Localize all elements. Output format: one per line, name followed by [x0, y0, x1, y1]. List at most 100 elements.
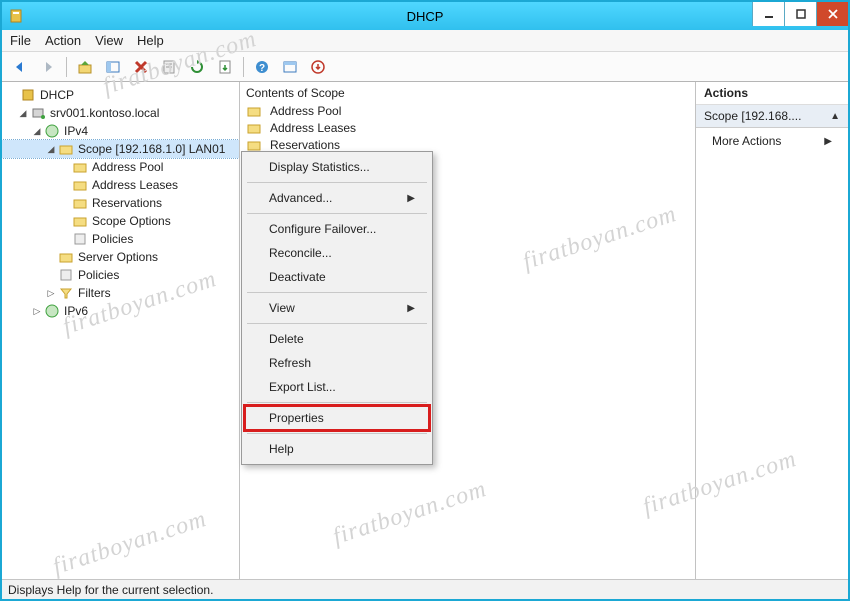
- address-pool-icon: [72, 159, 88, 175]
- tree-reservations[interactable]: Reservations: [2, 194, 239, 212]
- close-button[interactable]: [816, 2, 848, 26]
- back-button[interactable]: [8, 55, 32, 79]
- properties-button[interactable]: [157, 55, 181, 79]
- window-controls: [752, 2, 848, 26]
- ctx-refresh[interactable]: Refresh: [245, 351, 429, 375]
- actions-more-actions[interactable]: More Actions ▶: [696, 128, 848, 154]
- forward-button[interactable]: [36, 55, 60, 79]
- contents-item-label: Address Leases: [270, 121, 356, 135]
- toolbar: ?: [2, 52, 848, 82]
- tree-scope-label: Scope [192.168.1.0] LAN01: [78, 142, 225, 156]
- contents-item-address-leases[interactable]: Address Leases: [246, 119, 689, 136]
- tree-ipv4-label: IPv4: [64, 124, 88, 138]
- menu-view[interactable]: View: [95, 33, 123, 48]
- ctx-advanced[interactable]: Advanced...▶: [245, 186, 429, 210]
- tree-scope-policies[interactable]: Policies: [2, 230, 239, 248]
- folder-icon: [246, 120, 262, 136]
- maximize-button[interactable]: [784, 2, 816, 26]
- filters-icon: [58, 285, 74, 301]
- ctx-reconcile[interactable]: Reconcile...: [245, 241, 429, 265]
- tree-reservations-label: Reservations: [92, 196, 162, 210]
- actions-header: Actions: [696, 82, 848, 105]
- ctx-configure-failover[interactable]: Configure Failover...: [245, 217, 429, 241]
- tree-root-label: DHCP: [40, 88, 74, 102]
- menubar: File Action View Help: [2, 30, 848, 52]
- tree-address-pool-label: Address Pool: [92, 160, 163, 174]
- ctx-delete[interactable]: Delete: [245, 327, 429, 351]
- collapse-icon: ▲: [830, 111, 840, 122]
- tree-scope-options-label: Scope Options: [92, 214, 171, 228]
- tree-scope-options[interactable]: Scope Options: [2, 212, 239, 230]
- tree-ipv4-policies-label: Policies: [78, 268, 119, 282]
- server-options-icon: [58, 249, 74, 265]
- menu-help[interactable]: Help: [137, 33, 164, 48]
- context-menu: Display Statistics... Advanced...▶ Confi…: [241, 151, 433, 465]
- folder-icon: [246, 103, 262, 119]
- minimize-button[interactable]: [752, 2, 784, 26]
- ctx-properties[interactable]: Properties: [245, 406, 429, 430]
- contents-item-label: Reservations: [270, 138, 340, 152]
- help-button[interactable]: ?: [250, 55, 274, 79]
- server-icon: [30, 105, 46, 121]
- action-button[interactable]: [306, 55, 330, 79]
- menu-file[interactable]: File: [10, 33, 31, 48]
- actions-scope-header[interactable]: Scope [192.168.... ▲: [696, 105, 848, 128]
- tree-root[interactable]: DHCP: [2, 86, 239, 104]
- submenu-icon: ▶: [407, 303, 415, 314]
- window-title: DHCP: [407, 9, 444, 24]
- contents-item-address-pool[interactable]: Address Pool: [246, 102, 689, 119]
- tree-scope[interactable]: ◢ Scope [192.168.1.0] LAN01: [2, 140, 239, 158]
- tree-ipv4[interactable]: ◢ IPv4: [2, 122, 239, 140]
- scope-folder-icon: [58, 141, 74, 157]
- actions-pane: Actions Scope [192.168.... ▲ More Action…: [696, 82, 848, 579]
- export-list-button[interactable]: [213, 55, 237, 79]
- app-icon: [8, 8, 24, 24]
- tree-filters-label: Filters: [78, 286, 111, 300]
- statusbar-text: Displays Help for the current selection.: [8, 583, 213, 597]
- tree-pane[interactable]: DHCP ◢ srv001.kontoso.local ◢ IPv4 ◢ Sco…: [2, 82, 240, 579]
- expander-icon[interactable]: ◢: [44, 144, 58, 155]
- submenu-icon: ▶: [824, 136, 832, 147]
- dhcp-icon: [20, 87, 36, 103]
- up-button[interactable]: [73, 55, 97, 79]
- tree-ipv4-policies[interactable]: Policies: [2, 266, 239, 284]
- ctx-deactivate[interactable]: Deactivate: [245, 265, 429, 289]
- actions-scope-label: Scope [192.168....: [704, 109, 801, 123]
- tree-address-leases-label: Address Leases: [92, 178, 178, 192]
- ctx-display-statistics[interactable]: Display Statistics...: [245, 155, 429, 179]
- ctx-export-list[interactable]: Export List...: [245, 375, 429, 399]
- tree-server-label: srv001.kontoso.local: [50, 106, 159, 120]
- delete-button[interactable]: [129, 55, 153, 79]
- tree-server-options-label: Server Options: [78, 250, 158, 264]
- actions-more-label: More Actions: [712, 134, 781, 148]
- expander-icon[interactable]: ◢: [30, 126, 44, 137]
- titlebar: DHCP: [2, 2, 848, 30]
- address-leases-icon: [72, 177, 88, 193]
- show-hide-console-tree-button[interactable]: [101, 55, 125, 79]
- expander-icon[interactable]: ◢: [16, 108, 30, 119]
- svg-text:?: ?: [259, 63, 265, 74]
- contents-item-label: Address Pool: [270, 104, 341, 118]
- tree-filters[interactable]: ▷ Filters: [2, 284, 239, 302]
- menu-action[interactable]: Action: [45, 33, 81, 48]
- ipv6-icon: [44, 303, 60, 319]
- tree-server[interactable]: ◢ srv001.kontoso.local: [2, 104, 239, 122]
- ctx-view[interactable]: View▶: [245, 296, 429, 320]
- ctx-help[interactable]: Help: [245, 437, 429, 461]
- tree-server-options[interactable]: Server Options: [2, 248, 239, 266]
- expander-icon[interactable]: ▷: [44, 288, 58, 299]
- tree-scope-policies-label: Policies: [92, 232, 133, 246]
- policies-icon: [58, 267, 74, 283]
- tree-ipv6[interactable]: ▷ IPv6: [2, 302, 239, 320]
- refresh-button[interactable]: [185, 55, 209, 79]
- submenu-icon: ▶: [407, 193, 415, 204]
- new-window-button[interactable]: [278, 55, 302, 79]
- reservations-icon: [72, 195, 88, 211]
- policies-icon: [72, 231, 88, 247]
- tree-address-leases[interactable]: Address Leases: [2, 176, 239, 194]
- scope-options-icon: [72, 213, 88, 229]
- statusbar: Displays Help for the current selection.: [2, 579, 848, 599]
- tree-address-pool[interactable]: Address Pool: [2, 158, 239, 176]
- contents-header: Contents of Scope: [246, 86, 689, 102]
- expander-icon[interactable]: ▷: [30, 306, 44, 317]
